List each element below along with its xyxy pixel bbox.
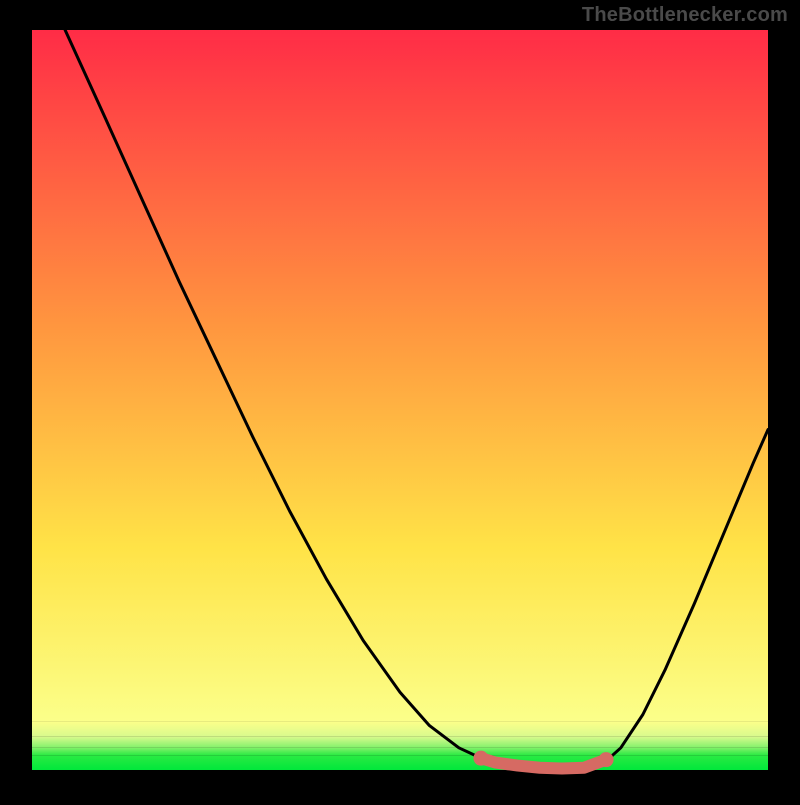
- chart-container: TheBottlenecker.com: [0, 0, 800, 800]
- optimal-range-endpoint: [473, 751, 488, 766]
- optimal-range-endpoint: [599, 752, 614, 767]
- watermark-text: TheBottlenecker.com: [582, 4, 788, 27]
- bottleneck-curve-chart: [0, 0, 800, 800]
